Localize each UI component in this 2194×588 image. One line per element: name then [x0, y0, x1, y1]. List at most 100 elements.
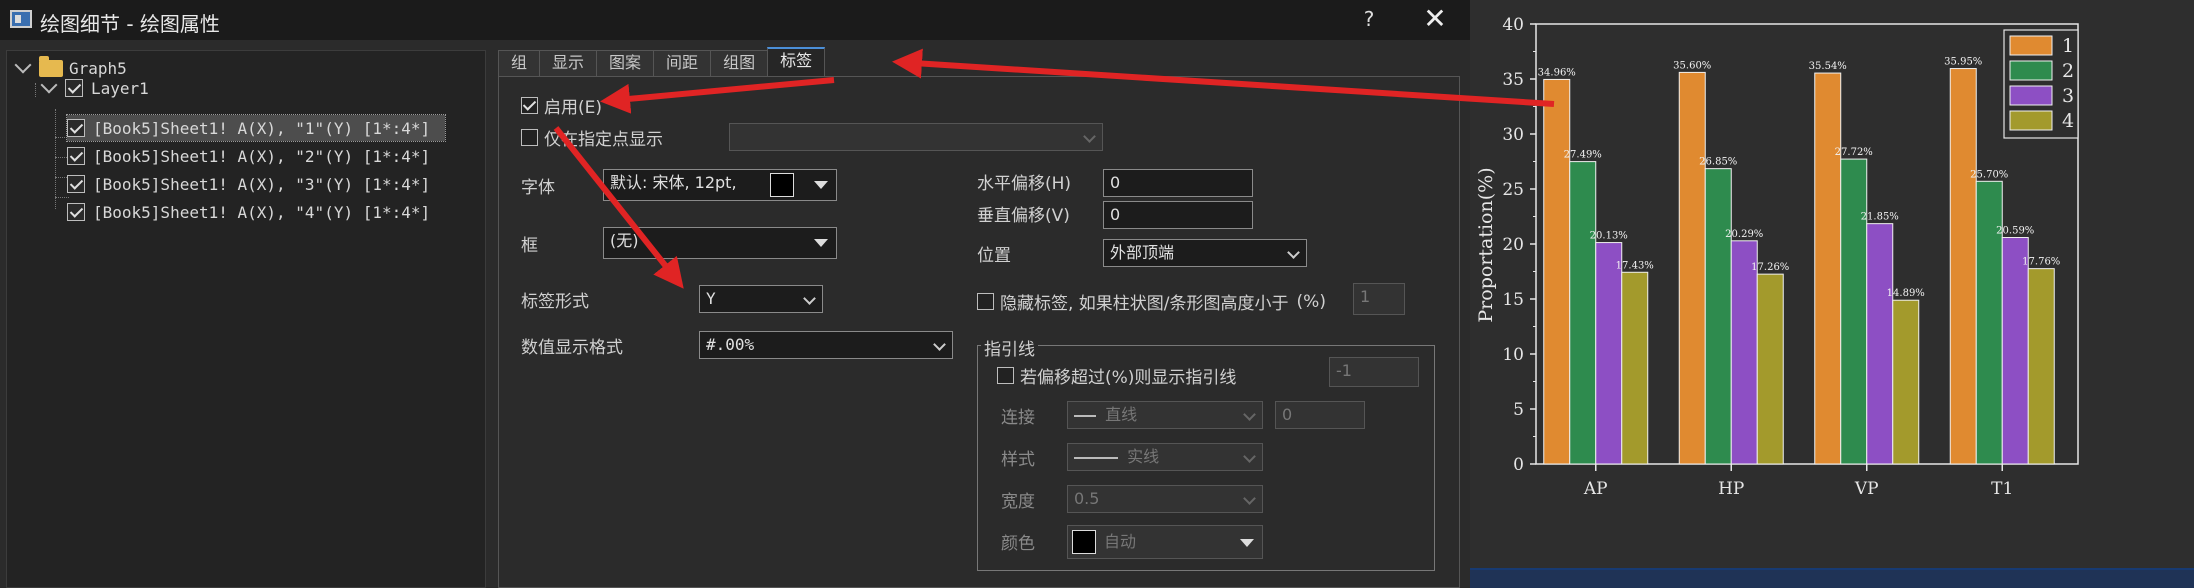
connect-select[interactable]: 直线 — [1067, 401, 1263, 429]
bar — [1814, 72, 1842, 465]
bar-value-label: 17.43% — [1616, 260, 1654, 271]
number-format-value: #.00% — [706, 335, 755, 354]
chevron-down-icon — [1287, 246, 1300, 259]
bar-value-label: 21.85% — [1861, 212, 1899, 223]
leader-show-checkbox[interactable]: 若偏移超过(%)则显示指引线 — [997, 363, 1236, 388]
frame-label: 框 — [521, 236, 538, 256]
color-swatch — [1072, 530, 1096, 554]
enable-check-box[interactable] — [521, 97, 538, 114]
label-form-value: Y — [706, 289, 716, 308]
tree-item-plot-2[interactable]: [Book5]Sheet1! A(X), "2"(Y) [1*:4*] — [67, 143, 430, 169]
tree-item-plot-1[interactable]: [Book5]Sheet1! A(X), "1"(Y) [1*:4*] — [66, 114, 446, 142]
bar-value-label: 34.96% — [1538, 67, 1576, 78]
bar-value-label: 20.59% — [1996, 226, 2034, 237]
color-select[interactable]: 自动 — [1067, 525, 1263, 559]
bar-chart: 0510152025303540 AP HP VP T1 34.96%27.49%20… — [1475, 15, 2079, 499]
position-select[interactable]: 外部顶端 — [1103, 239, 1307, 267]
frame-select[interactable]: (无) — [603, 227, 837, 259]
font-color-swatch[interactable] — [770, 173, 794, 197]
width-value: 0.5 — [1074, 489, 1100, 508]
bar-value-label: 14.89% — [1887, 288, 1925, 299]
tree-item-layer[interactable]: Layer1 — [40, 75, 149, 101]
close-button[interactable]: ✕ — [1418, 2, 1452, 36]
tree-item-plot-4[interactable]: [Book5]Sheet1! A(X), "4"(Y) [1*:4*] — [67, 199, 430, 225]
bar — [1892, 299, 1920, 465]
tree-item-plot-3[interactable]: [Book5]Sheet1! A(X), "3"(Y) [1*:4*] — [67, 171, 430, 197]
position-label: 位置 — [977, 246, 1011, 266]
only-points-checkbox[interactable]: 仅在指定点显示 — [521, 125, 663, 150]
hide-label-text: 隐藏标签, 如果柱状图/条形图高度小于 — [1000, 294, 1289, 314]
legend: 1 2 3 4 — [2003, 29, 2079, 139]
plot-checkbox[interactable] — [67, 147, 85, 165]
bar — [1678, 71, 1706, 465]
style-value: 实线 — [1127, 447, 1160, 466]
bar — [1543, 78, 1571, 465]
bar-value-label: 35.54% — [1809, 61, 1847, 72]
hide-label-checkbox[interactable]: 隐藏标签, 如果柱状图/条形图高度小于 (%) — [977, 289, 1326, 314]
h-offset-input[interactable]: 0 — [1103, 169, 1253, 197]
chevron-down-icon — [1243, 492, 1256, 505]
legend-label: 2 — [2062, 60, 2074, 82]
leader-threshold-input[interactable]: -1 — [1329, 357, 1419, 387]
label-form-select[interactable]: Y — [699, 285, 823, 313]
connect-extra-input[interactable]: 0 — [1275, 401, 1365, 429]
window-title: 绘图细节 - 绘图属性 — [40, 12, 220, 36]
y-tick-label: 40 — [1502, 15, 1524, 35]
tab-pattern[interactable]: 图案 — [596, 50, 655, 76]
hide-label-check-box[interactable] — [977, 293, 994, 310]
x-axis: AP HP VP T1 — [1583, 464, 2013, 499]
bar — [1840, 158, 1868, 465]
h-offset-label: 水平偏移(H) — [977, 174, 1072, 194]
enable-checkbox[interactable]: 启用(E) — [521, 93, 602, 118]
y-axis: 0 5 10 15 20 25 30 35 40 — [1502, 15, 1536, 475]
tab-spacing[interactable]: 间距 — [653, 50, 712, 76]
only-points-check-box[interactable] — [521, 129, 538, 146]
plot-checkbox[interactable] — [67, 203, 85, 221]
bar-value-label: 35.95% — [1944, 57, 1982, 68]
leader-show-check-box[interactable] — [997, 367, 1014, 384]
bar — [2001, 237, 2029, 465]
bar — [1949, 68, 1977, 465]
layer-checkbox[interactable] — [65, 79, 83, 97]
dropdown-arrow-icon — [814, 181, 828, 189]
solid-line-icon — [1074, 456, 1118, 459]
y-tick-label: 35 — [1502, 70, 1524, 90]
legend-swatch — [2009, 110, 2053, 131]
x-tick-label: VP — [1854, 479, 1879, 499]
style-select[interactable]: 实线 — [1067, 443, 1263, 471]
chevron-down-icon — [1243, 408, 1256, 421]
tab-stack[interactable]: 组图 — [710, 50, 769, 76]
bar — [1975, 180, 2003, 465]
chevron-down-icon — [1083, 130, 1096, 143]
hide-label-input[interactable]: 1 — [1353, 283, 1405, 315]
x-tick-label: AP — [1583, 479, 1608, 499]
font-select[interactable]: 默认: 宋体, 12pt, — [603, 169, 837, 201]
v-offset-input[interactable]: 0 — [1103, 201, 1253, 229]
number-format-select[interactable]: #.00% — [699, 331, 953, 359]
bar-value-label: 35.60% — [1673, 60, 1711, 71]
tab-display[interactable]: 显示 — [539, 50, 598, 76]
legend-swatch — [2009, 35, 2053, 56]
bar-value-label: 17.26% — [1751, 262, 1789, 273]
y-tick-label: 25 — [1502, 180, 1524, 200]
chevron-down-icon[interactable] — [40, 76, 58, 94]
font-value: 默认: 宋体, 12pt, — [610, 173, 737, 192]
chevron-down-icon[interactable] — [14, 56, 32, 74]
help-button[interactable]: ? — [1354, 4, 1384, 34]
tab-labels[interactable]: 标签 — [767, 47, 826, 77]
folder-icon — [39, 55, 63, 77]
plot-details-dialog: 绘图细节 - 绘图属性 ? ✕ Graph5 Layer1 [Book5]She… — [0, 0, 1470, 588]
only-points-input[interactable] — [729, 123, 1103, 151]
bar — [1756, 273, 1784, 465]
number-format-label: 数值显示格式 — [521, 338, 623, 358]
frame-value: (无) — [610, 231, 639, 250]
y-tick-label: 0 — [1513, 455, 1524, 475]
dropdown-arrow-icon — [1240, 539, 1254, 547]
tab-group[interactable]: 组 — [498, 50, 541, 76]
plot-checkbox[interactable] — [67, 119, 85, 137]
y-tick-label: 10 — [1502, 345, 1524, 365]
width-select[interactable]: 0.5 — [1067, 485, 1263, 513]
bar-value-label: 27.72% — [1835, 147, 1873, 158]
bar-value-label: 25.70% — [1970, 169, 2008, 180]
plot-checkbox[interactable] — [67, 175, 85, 193]
